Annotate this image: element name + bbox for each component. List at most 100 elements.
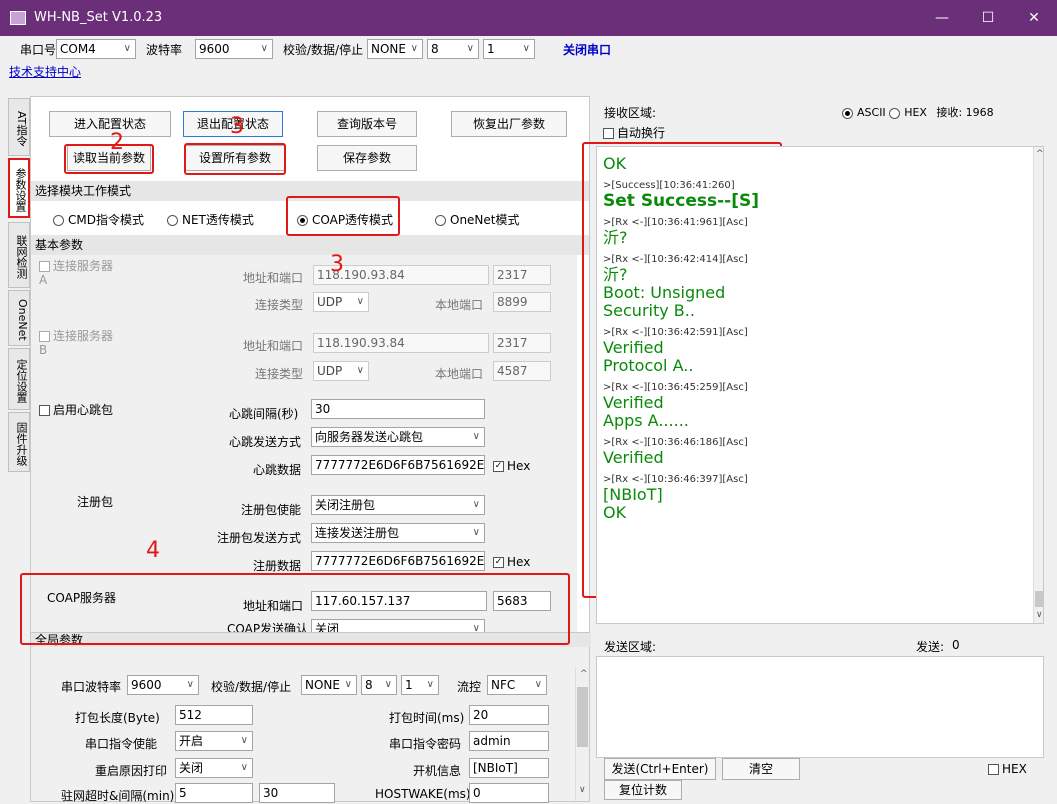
close-port-button[interactable]: 关闭串口 — [563, 41, 611, 58]
log-line: >[Rx <-][10:36:42:591][Asc] — [603, 327, 748, 338]
server-b-addr-label: 地址和端口 — [243, 339, 304, 353]
global-databits-select[interactable]: 8 ∨ — [361, 675, 397, 695]
global-scrollbar[interactable]: ^ ∨ — [575, 667, 589, 801]
baud-label: 波特率 — [146, 43, 183, 57]
tab-network-check[interactable]: 联网检测 — [8, 222, 30, 288]
receive-label: 接收区域: — [604, 106, 657, 120]
parity-select[interactable]: NONE ∨ — [367, 39, 423, 59]
server-a-port-input[interactable]: 2317 — [493, 265, 551, 285]
annotation-4: 4 — [146, 538, 160, 563]
scrollbar-thumb[interactable] — [1035, 591, 1043, 607]
pack-len-input[interactable]: 512 — [175, 705, 253, 725]
register-mode-value: 连接发送注册包 — [315, 526, 400, 540]
mode-onenet-option[interactable]: OneNet模式 — [435, 211, 520, 228]
send-button[interactable]: 发送(Ctrl+Enter) — [604, 758, 716, 780]
tab-param-settings[interactable]: 参数设置 — [8, 158, 30, 218]
server-b-local-input[interactable]: 4587 — [493, 361, 551, 381]
heartbeat-checkbox[interactable]: 启用心跳包 — [39, 401, 113, 418]
global-flow-select[interactable]: NFC ∨ — [487, 675, 547, 695]
register-mode-select[interactable]: 连接发送注册包 ∨ — [311, 523, 485, 543]
receive-format: ASCII HEX 接收: 1968 — [842, 104, 994, 120]
heartbeat-interval-label: 心跳间隔(秒) — [229, 407, 299, 421]
timeout1-input[interactable]: 5 — [175, 783, 253, 803]
server-a-local-input[interactable]: 8899 — [493, 292, 551, 312]
server-b-addr-input[interactable]: 118.190.93.84 — [313, 333, 489, 353]
tab-firmware[interactable]: 固件升级 — [8, 412, 30, 472]
chevron-down-icon: ∨ — [356, 296, 364, 307]
log-line: Boot: Unsigned — [603, 283, 726, 302]
cmd-enable-select[interactable]: 开启 ∨ — [175, 731, 253, 751]
minimize-button[interactable]: — — [919, 0, 965, 36]
server-a-type-select[interactable]: UDP ∨ — [313, 292, 369, 312]
cmd-pwd-input[interactable]: admin — [469, 731, 549, 751]
baud-select[interactable]: 9600 ∨ — [195, 39, 273, 59]
tab-location[interactable]: 定位设置 — [8, 348, 30, 410]
query-version-button[interactable]: 查询版本号 — [317, 111, 417, 137]
radio-icon — [435, 215, 446, 226]
scrollbar-thumb[interactable] — [577, 687, 588, 747]
global-databits-value: 8 — [365, 678, 373, 692]
maximize-button[interactable]: ☐ — [965, 0, 1011, 36]
chevron-down-icon: ∨ — [240, 735, 248, 746]
highlight-coap-server — [20, 573, 570, 645]
receive-scrollbar[interactable]: ^ ∨ — [1033, 147, 1043, 623]
radio-icon[interactable] — [889, 107, 901, 119]
receive-area[interactable]: OK >[Success][10:36:41:260] Set Success--[… — [596, 146, 1044, 624]
boot-info-input[interactable]: [NBIoT] — [469, 758, 549, 778]
annotation-3a: 3 — [230, 114, 244, 139]
ascii-label: ASCII — [857, 106, 886, 119]
register-enable-select[interactable]: 关闭注册包 ∨ — [311, 495, 485, 515]
close-button[interactable]: ✕ — [1011, 0, 1057, 36]
hostwake-input[interactable]: 0 — [469, 783, 549, 803]
reset-count-button[interactable]: 复位计数 — [604, 780, 682, 800]
log-line: >[Rx <-][10:36:45:259][Asc] — [603, 382, 748, 393]
server-b-port-input[interactable]: 2317 — [493, 333, 551, 353]
send-input[interactable] — [596, 656, 1044, 758]
mode-cmd-label: CMD指令模式 — [68, 213, 144, 227]
pack-len-label: 打包长度(Byte) — [75, 711, 160, 725]
log-line: >[Rx <-][10:36:46:397][Asc] — [603, 474, 748, 485]
autowrap-checkbox[interactable]: 自动换行 — [603, 124, 665, 141]
tab-at-command[interactable]: AT指令 — [8, 98, 30, 156]
hostwake-label: HOSTWAKE(ms) — [375, 787, 471, 801]
mode-net-option[interactable]: NET透传模式 — [167, 211, 254, 228]
param-panel: 进入配置状态 退出配置状态 查询版本号 恢复出厂参数 读取当前参数 设置所有参数… — [30, 96, 590, 636]
global-parity-select[interactable]: NONE ∨ — [301, 675, 357, 695]
clear-button[interactable]: 清空 — [722, 758, 800, 780]
mode-cmd-option[interactable]: CMD指令模式 — [53, 211, 144, 228]
global-flow-label: 流控 — [457, 680, 482, 694]
log-line: Set Success--[S] — [603, 191, 759, 211]
heartbeat-hex-checkbox[interactable]: ✓ Hex — [493, 459, 530, 473]
server-a-checkbox[interactable]: 连接服务器A — [39, 259, 119, 287]
pack-time-input[interactable]: 20 — [469, 705, 549, 725]
global-stopbits-select[interactable]: 1 ∨ — [401, 675, 439, 695]
register-data-input[interactable]: 7777772E6D6F6B7561692E636 — [311, 551, 485, 571]
register-hex-checkbox[interactable]: ✓ Hex — [493, 555, 530, 569]
heartbeat-data-input[interactable]: 7777772E6D6F6B7561692E636 — [311, 455, 485, 475]
log-line: >[Rx <-][10:36:42:414][Asc] — [603, 254, 748, 265]
server-b-checkbox[interactable]: 连接服务器B — [39, 329, 119, 357]
log-line: OK — [603, 154, 627, 173]
cmd-enable-value: 开启 — [179, 734, 204, 748]
radio-selected-icon[interactable] — [842, 107, 853, 119]
heartbeat-label: 启用心跳包 — [53, 403, 114, 417]
send-hex-checkbox[interactable]: HEX — [988, 762, 1027, 776]
chevron-down-icon: ∨ — [344, 679, 352, 690]
timeout2-input[interactable]: 30 — [259, 783, 335, 803]
restore-factory-button[interactable]: 恢复出厂参数 — [451, 111, 567, 137]
port-select[interactable]: COM4 ∨ — [56, 39, 136, 59]
save-params-button[interactable]: 保存参数 — [317, 145, 417, 171]
reboot-select[interactable]: 关闭 ∨ — [175, 758, 253, 778]
server-b-type-select[interactable]: UDP ∨ — [313, 361, 369, 381]
heartbeat-mode-select[interactable]: 向服务器发送心跳包 ∨ — [311, 427, 485, 447]
heartbeat-hex-label: Hex — [507, 459, 531, 473]
stopbits-select[interactable]: 1 ∨ — [483, 39, 535, 59]
heartbeat-interval-input[interactable]: 30 — [311, 399, 485, 419]
support-link[interactable]: 技术支持中心 — [9, 63, 81, 80]
server-a-label: 连接服务器A — [39, 259, 114, 287]
chevron-down-icon: ∨ — [410, 43, 418, 54]
global-baud-select[interactable]: 9600 ∨ — [127, 675, 199, 695]
tab-onenet[interactable]: OneNet — [8, 290, 30, 346]
databits-select[interactable]: 8 ∨ — [427, 39, 479, 59]
radio-icon — [167, 215, 178, 226]
